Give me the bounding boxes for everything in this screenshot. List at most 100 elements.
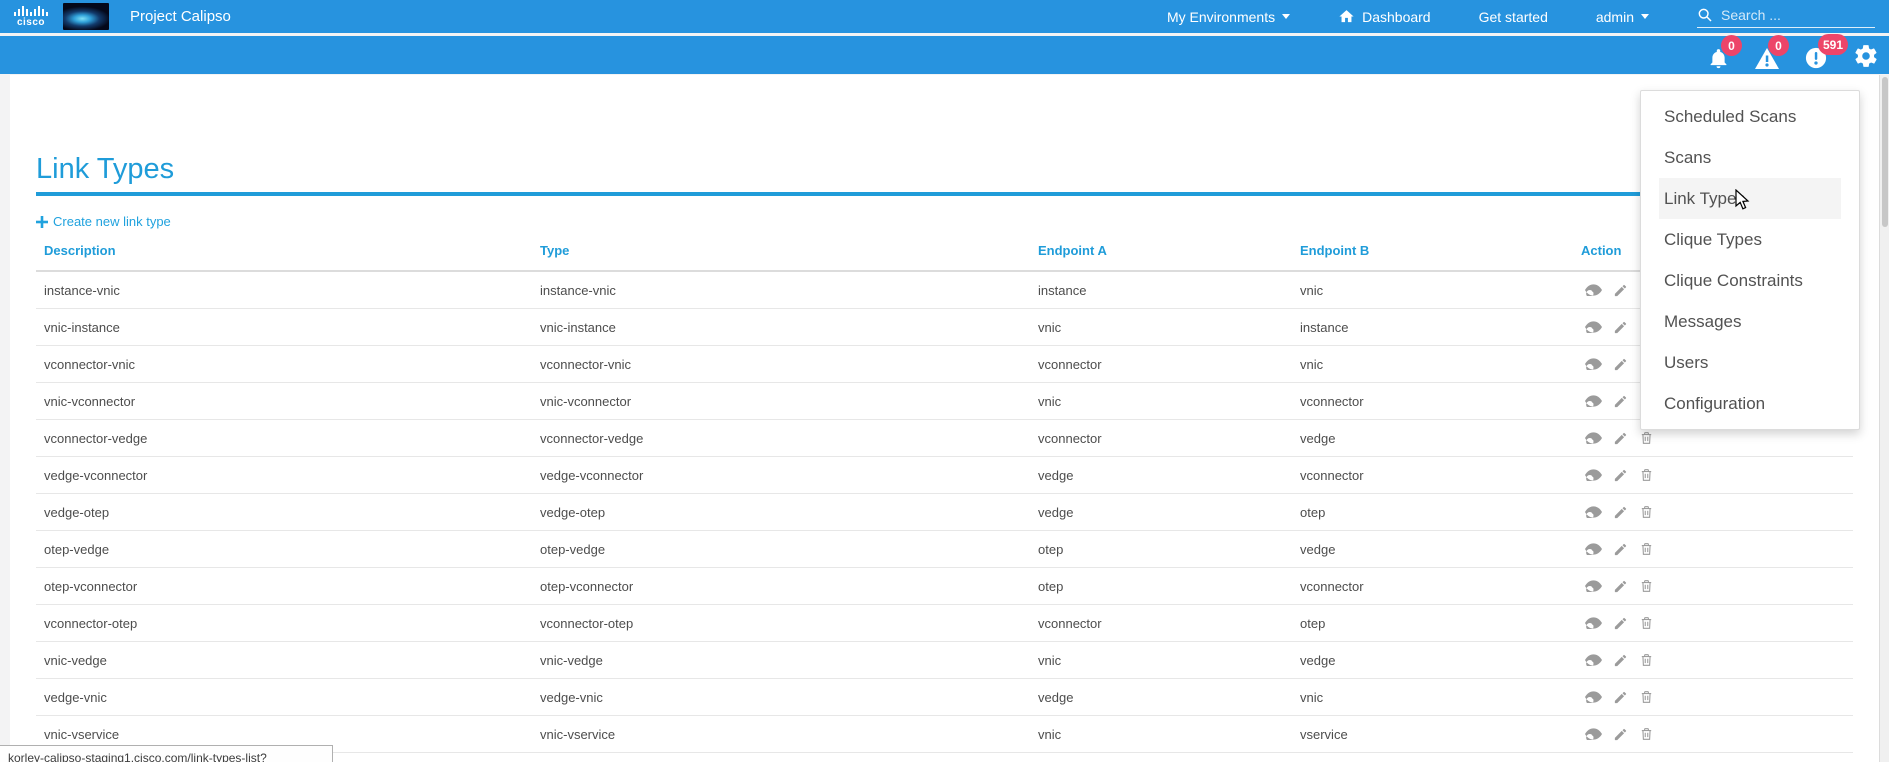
edit-button[interactable] bbox=[1613, 394, 1628, 409]
cell-endpoint-b: vconnector bbox=[1292, 383, 1573, 420]
cell-type: vedge-vnic bbox=[532, 679, 1030, 716]
settings-menu-item[interactable]: Users bbox=[1659, 342, 1841, 383]
view-button[interactable] bbox=[1585, 284, 1602, 296]
edit-button[interactable] bbox=[1613, 283, 1628, 298]
warnings-button[interactable]: 0 bbox=[1755, 48, 1779, 74]
edit-button[interactable] bbox=[1613, 431, 1628, 446]
my-environments-dropdown[interactable]: My Environments bbox=[1167, 9, 1290, 25]
delete-button[interactable] bbox=[1639, 467, 1654, 483]
pencil-icon bbox=[1613, 283, 1628, 298]
alert-bar: 0 0 591 bbox=[0, 36, 1889, 74]
brand-area: cisco Project Calipso bbox=[0, 3, 231, 30]
home-icon bbox=[1338, 8, 1355, 25]
edit-button[interactable] bbox=[1613, 690, 1628, 705]
cell-endpoint-b: vnic bbox=[1292, 679, 1573, 716]
view-button[interactable] bbox=[1585, 506, 1602, 518]
gear-icon bbox=[1853, 43, 1879, 69]
cell-description: vconnector-otep bbox=[36, 605, 532, 642]
eye-icon bbox=[1585, 469, 1602, 481]
row-actions bbox=[1581, 494, 1845, 530]
column-header-endpoint-b: Endpoint B bbox=[1292, 237, 1573, 271]
cell-type: otep-vedge bbox=[532, 531, 1030, 568]
cell-description: vconnector-vnic bbox=[36, 346, 532, 383]
view-button[interactable] bbox=[1585, 654, 1602, 666]
cell-type: vedge-vconnector bbox=[532, 457, 1030, 494]
settings-menu-item[interactable]: Clique Types bbox=[1659, 219, 1841, 260]
delete-button[interactable] bbox=[1639, 615, 1654, 631]
caret-down-icon bbox=[1641, 14, 1649, 19]
eye-icon bbox=[1585, 654, 1602, 666]
notifications-button[interactable]: 0 bbox=[1708, 48, 1729, 74]
view-button[interactable] bbox=[1585, 469, 1602, 481]
cell-endpoint-a: vconnector bbox=[1030, 346, 1292, 383]
edit-button[interactable] bbox=[1613, 542, 1628, 557]
edit-button[interactable] bbox=[1613, 616, 1628, 631]
view-button[interactable] bbox=[1585, 728, 1602, 740]
settings-menu-item[interactable]: Scans bbox=[1659, 137, 1841, 178]
settings-menu-item[interactable]: Messages bbox=[1659, 301, 1841, 342]
pencil-icon bbox=[1613, 468, 1628, 483]
view-button[interactable] bbox=[1585, 432, 1602, 444]
settings-menu-item[interactable]: Clique Constraints bbox=[1659, 260, 1841, 301]
edit-button[interactable] bbox=[1613, 320, 1628, 335]
edit-button[interactable] bbox=[1613, 579, 1628, 594]
settings-menu-item[interactable]: Configuration bbox=[1659, 383, 1841, 424]
delete-button[interactable] bbox=[1639, 578, 1654, 594]
user-dropdown[interactable]: admin bbox=[1596, 9, 1649, 25]
table-header-row: Description Type Endpoint A Endpoint B A… bbox=[36, 237, 1853, 271]
view-button[interactable] bbox=[1585, 395, 1602, 407]
pencil-icon bbox=[1613, 542, 1628, 557]
table-row: vconnector-otep vconnector-otep vconnect… bbox=[36, 605, 1853, 642]
edit-button[interactable] bbox=[1613, 468, 1628, 483]
table-row: otep-vconnector otep-vconnector otep vco… bbox=[36, 568, 1853, 605]
cell-type: vedge-otep bbox=[532, 494, 1030, 531]
row-actions bbox=[1581, 457, 1845, 493]
cell-description: vnic-vconnector bbox=[36, 383, 532, 420]
settings-button[interactable] bbox=[1853, 43, 1879, 74]
scrollbar-thumb[interactable] bbox=[1882, 77, 1888, 227]
cell-endpoint-a: vnic bbox=[1030, 383, 1292, 420]
dashboard-link[interactable]: Dashboard bbox=[1338, 8, 1431, 25]
eye-icon bbox=[1585, 543, 1602, 555]
delete-button[interactable] bbox=[1639, 504, 1654, 520]
cell-endpoint-b: vnic bbox=[1292, 346, 1573, 383]
create-link-type-button[interactable]: Create new link type bbox=[36, 214, 171, 229]
view-button[interactable] bbox=[1585, 321, 1602, 333]
view-button[interactable] bbox=[1585, 691, 1602, 703]
settings-menu-item[interactable]: Link Types bbox=[1659, 178, 1841, 219]
top-nav-links: My Environments Dashboard Get started ad… bbox=[1167, 6, 1889, 28]
edit-button[interactable] bbox=[1613, 357, 1628, 372]
trash-icon bbox=[1639, 615, 1654, 631]
search-box bbox=[1697, 6, 1875, 28]
pencil-icon bbox=[1613, 653, 1628, 668]
edit-button[interactable] bbox=[1613, 505, 1628, 520]
cell-endpoint-a: vedge bbox=[1030, 679, 1292, 716]
edit-button[interactable] bbox=[1613, 653, 1628, 668]
errors-button[interactable]: 591 bbox=[1805, 47, 1827, 74]
edit-button[interactable] bbox=[1613, 727, 1628, 742]
cell-type: vconnector-vnic bbox=[532, 346, 1030, 383]
scrollbar-track[interactable] bbox=[1879, 75, 1889, 762]
delete-button[interactable] bbox=[1639, 689, 1654, 705]
cisco-logo: cisco bbox=[14, 6, 48, 28]
view-button[interactable] bbox=[1585, 617, 1602, 629]
pencil-icon bbox=[1613, 505, 1628, 520]
delete-button[interactable] bbox=[1639, 726, 1654, 742]
delete-button[interactable] bbox=[1639, 430, 1654, 446]
cell-endpoint-a: otep bbox=[1030, 568, 1292, 605]
view-button[interactable] bbox=[1585, 358, 1602, 370]
trash-icon bbox=[1639, 467, 1654, 483]
view-button[interactable] bbox=[1585, 580, 1602, 592]
settings-menu-item[interactable]: Scheduled Scans bbox=[1659, 96, 1841, 137]
search-input[interactable] bbox=[1719, 6, 1863, 24]
cell-endpoint-a: vnic bbox=[1030, 309, 1292, 346]
table-row: vnic-instance vnic-instance vnic instanc… bbox=[36, 309, 1853, 346]
get-started-link[interactable]: Get started bbox=[1479, 9, 1548, 25]
view-button[interactable] bbox=[1585, 543, 1602, 555]
delete-button[interactable] bbox=[1639, 541, 1654, 557]
row-actions bbox=[1581, 716, 1845, 752]
cell-endpoint-a: vconnector bbox=[1030, 605, 1292, 642]
cell-type: vnic-vconnector bbox=[532, 383, 1030, 420]
pencil-icon bbox=[1613, 727, 1628, 742]
delete-button[interactable] bbox=[1639, 652, 1654, 668]
